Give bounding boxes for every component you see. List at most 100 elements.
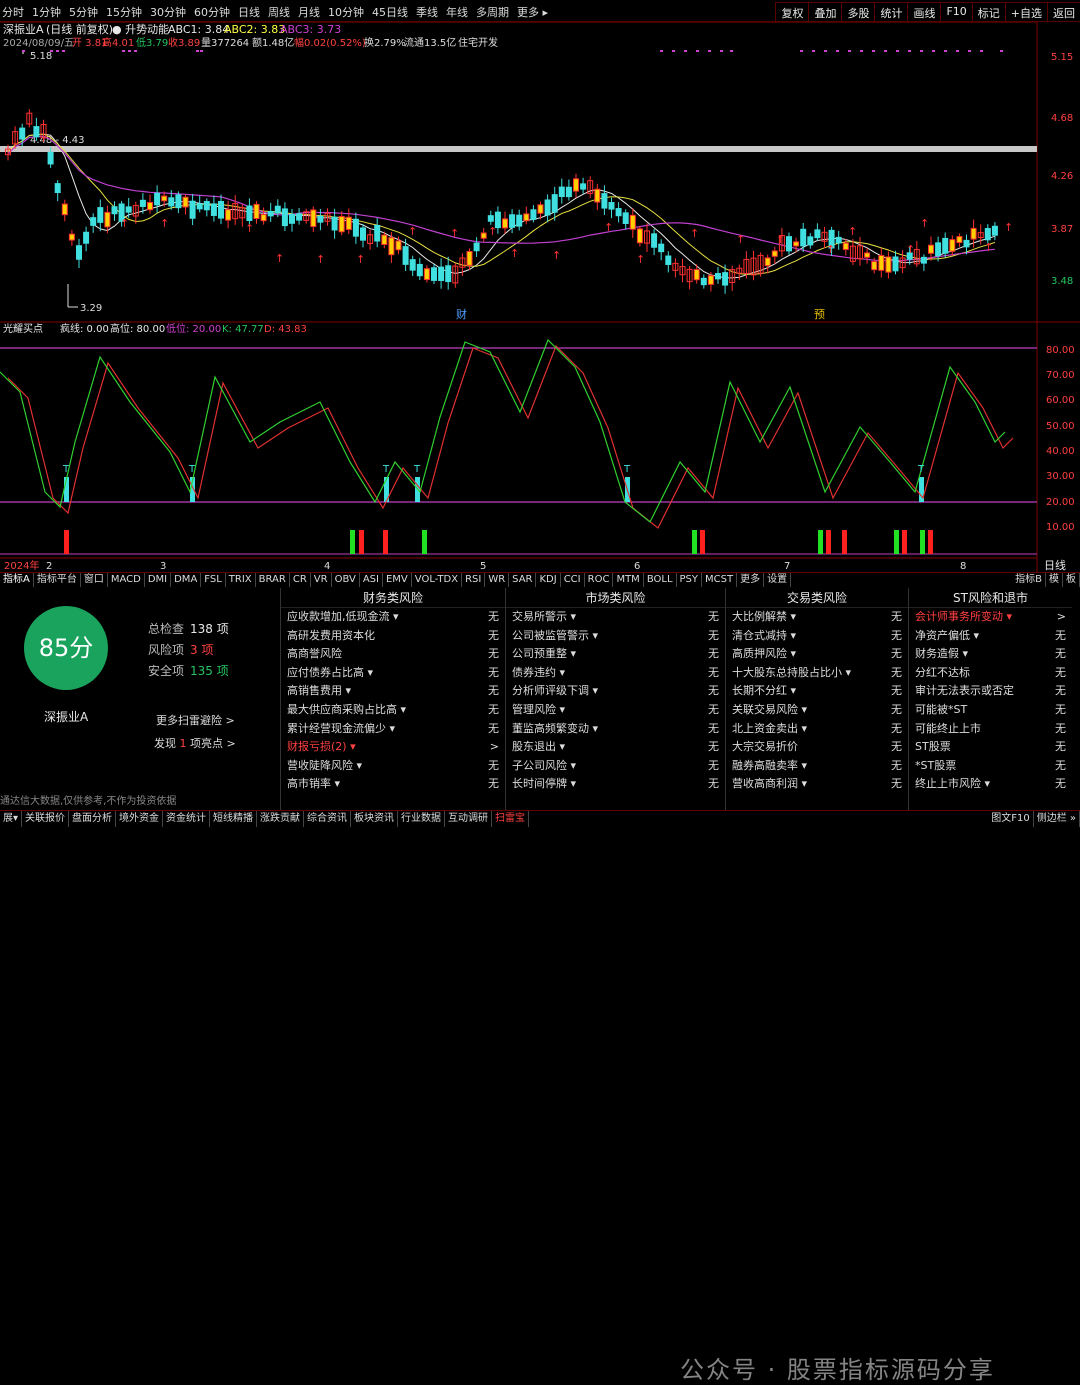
indicator-tab[interactable]: BRAR — [256, 573, 290, 587]
risk-item[interactable]: 长期不分红 ▾ 无 — [726, 682, 908, 701]
risk-item[interactable]: 应收款增加,低现金流 ▾ 无 — [281, 608, 505, 627]
indicator-tab[interactable]: SAR — [509, 573, 537, 587]
risk-item[interactable]: 财报亏损(2) ▾ > — [281, 738, 505, 757]
highlight-link[interactable]: 发现 1 项亮点 > — [154, 735, 236, 751]
indicator-tab[interactable]: CR — [290, 573, 311, 587]
bottom-tab[interactable]: 盘面分析 — [69, 811, 117, 827]
tool-button[interactable]: 叠加 — [808, 2, 842, 24]
risk-item[interactable]: 分析师评级下调 ▾ 无 — [506, 682, 725, 701]
period-tab[interactable]: 30分钟 — [150, 4, 186, 20]
indicator-tab[interactable]: ROC — [585, 573, 614, 587]
indicator-tab[interactable]: VR — [311, 573, 332, 587]
indicator-tab[interactable]: VOL-TDX — [412, 573, 463, 587]
indicator-panel-name[interactable]: 光耀买点 — [3, 322, 43, 335]
tool-button[interactable]: F10 — [940, 2, 972, 24]
period-tab[interactable]: 5分钟 — [69, 4, 98, 20]
risk-item[interactable]: 公司预重整 ▾ 无 — [506, 645, 725, 664]
indicator-tab[interactable]: BOLL — [644, 573, 677, 587]
risk-item[interactable]: 会计师事务所变动 ▾ > — [909, 608, 1072, 627]
risk-item[interactable]: 高销售费用 ▾ 无 — [281, 682, 505, 701]
risk-item[interactable]: 交易所警示 ▾ 无 — [506, 608, 725, 627]
bottom-tab[interactable]: 境外资金 — [116, 811, 164, 827]
period-tab[interactable]: 季线 — [416, 4, 438, 20]
risk-item[interactable]: 债券违约 ▾ 无 — [506, 664, 725, 683]
risk-item[interactable]: ST股票 无 — [909, 738, 1072, 757]
risk-item[interactable]: 清仓式减持 ▾ 无 — [726, 627, 908, 646]
risk-item[interactable]: 高商誉风险 无 — [281, 645, 505, 664]
period-tab[interactable]: 45日线 — [372, 4, 408, 20]
indicator-tab[interactable]: WR — [485, 573, 510, 587]
period-tab[interactable]: 更多 ▸ — [517, 4, 548, 20]
indicator-tab[interactable]: DMI — [145, 573, 172, 587]
tool-button[interactable]: 多股 — [841, 2, 875, 24]
indicator-tab[interactable]: 指标平台 — [34, 573, 81, 587]
risk-item[interactable]: 累计经营现金流偏少 ▾ 无 — [281, 720, 505, 739]
risk-item[interactable]: 应付债券占比高 ▾ 无 — [281, 664, 505, 683]
period-tab[interactable]: 15分钟 — [106, 4, 142, 20]
bottom-tab[interactable]: 资金统计 — [163, 811, 211, 827]
indicator-tab[interactable]: MCST — [702, 573, 738, 587]
period-tab[interactable]: 年线 — [446, 4, 468, 20]
indicator-tab[interactable]: MTM — [613, 573, 644, 587]
indicator-tab[interactable]: 设置 — [764, 573, 792, 587]
period-tab[interactable]: 分时 — [2, 4, 24, 20]
bottom-tab[interactable]: 短线精播 — [210, 811, 258, 827]
indicator-tab[interactable]: FSL — [201, 573, 226, 587]
risk-item[interactable]: 高研发费用资本化 无 — [281, 627, 505, 646]
risk-item[interactable]: 审计无法表示或否定 无 — [909, 682, 1072, 701]
event-forecast[interactable]: 预 — [814, 308, 825, 321]
indicator-tab[interactable]: CCI — [561, 573, 585, 587]
indicator-tab[interactable]: EMV — [383, 573, 412, 587]
period-tab[interactable]: 周线 — [268, 4, 290, 20]
risk-item[interactable]: 净资产偏低 ▾ 无 — [909, 627, 1072, 646]
bottom-right-tab[interactable]: 侧边栏 » — [1034, 811, 1080, 827]
risk-item[interactable]: 北上资金卖出 ▾ 无 — [726, 720, 908, 739]
period-indicator[interactable]: 日线 — [1044, 558, 1066, 572]
period-tab[interactable]: 10分钟 — [328, 4, 364, 20]
period-tab[interactable]: 多周期 — [476, 4, 509, 20]
risk-item[interactable]: 最大供应商采购占比高 ▾ 无 — [281, 701, 505, 720]
risk-item[interactable]: 分红不达标 无 — [909, 664, 1072, 683]
kline-chart[interactable]: 深振业A (日线 前复权) ● 升势动能 ABC1: 3.84 ABC2: 3.… — [0, 22, 1080, 572]
indicator-tab[interactable]: PSY — [677, 573, 703, 587]
indicator-name[interactable]: ● 升势动能 — [112, 22, 169, 36]
risk-item[interactable]: 董监高频繁变动 ▾ 无 — [506, 720, 725, 739]
bottom-tab[interactable]: 扫雷宝 — [492, 811, 530, 827]
risk-item[interactable]: 可能被*ST 无 — [909, 701, 1072, 720]
risk-item[interactable]: *ST股票 无 — [909, 757, 1072, 776]
risk-item[interactable]: 可能终止上市 无 — [909, 720, 1072, 739]
tool-button[interactable]: +自选 — [1004, 2, 1047, 24]
bottom-tab[interactable]: 综合资讯 — [304, 811, 352, 827]
indicator-tab[interactable]: ASI — [360, 573, 383, 587]
indicator-tab-right[interactable]: 板 — [1063, 573, 1080, 587]
risk-item[interactable]: 大宗交易折价 无 — [726, 738, 908, 757]
risk-item[interactable]: 终止上市风险 ▾ 无 — [909, 775, 1072, 794]
indicator-tab[interactable]: 窗口 — [81, 573, 108, 587]
period-tab[interactable]: 日线 — [238, 4, 260, 20]
risk-item[interactable]: 融券高融卖率 ▾ 无 — [726, 757, 908, 776]
indicator-tab[interactable]: OBV — [332, 573, 360, 587]
indicator-tab-right[interactable]: 指标B — [1012, 573, 1046, 587]
bottom-tab[interactable]: 展▾ — [0, 811, 23, 827]
bottom-right-tab[interactable]: 图文F10 — [988, 811, 1034, 827]
bottom-tab[interactable]: 关联报价 — [22, 811, 70, 827]
risk-item[interactable]: 高质押风险 ▾ 无 — [726, 645, 908, 664]
risk-item[interactable]: 营收高商利润 ▾ 无 — [726, 775, 908, 794]
risk-item[interactable]: 子公司风险 ▾ 无 — [506, 757, 725, 776]
bottom-tab[interactable]: 板块资讯 — [351, 811, 399, 827]
more-scan-link[interactable]: 更多扫雷避险 > — [156, 712, 235, 728]
indicator-tab[interactable]: DMA — [171, 573, 202, 587]
risk-item[interactable]: 财务造假 ▾ 无 — [909, 645, 1072, 664]
chart-area[interactable]: 深振业A (日线 前复权) ● 升势动能 ABC1: 3.84 ABC2: 3.… — [0, 22, 1080, 572]
tool-button[interactable]: 标记 — [971, 2, 1005, 24]
indicator-tab[interactable]: MACD — [108, 573, 145, 587]
indicator-tab[interactable]: RSI — [462, 573, 486, 587]
risk-item[interactable]: 长时间停牌 ▾ 无 — [506, 775, 725, 794]
tool-button[interactable]: 统计 — [874, 2, 908, 24]
tool-button[interactable]: 画线 — [907, 2, 941, 24]
risk-item[interactable]: 股东退出 ▾ 无 — [506, 738, 725, 757]
period-tab[interactable]: 60分钟 — [194, 4, 230, 20]
indicator-tab[interactable]: 更多 — [737, 573, 765, 587]
risk-item[interactable]: 高市销率 ▾ 无 — [281, 775, 505, 794]
risk-item[interactable]: 十大股东总持股占比小 ▾ 无 — [726, 664, 908, 683]
